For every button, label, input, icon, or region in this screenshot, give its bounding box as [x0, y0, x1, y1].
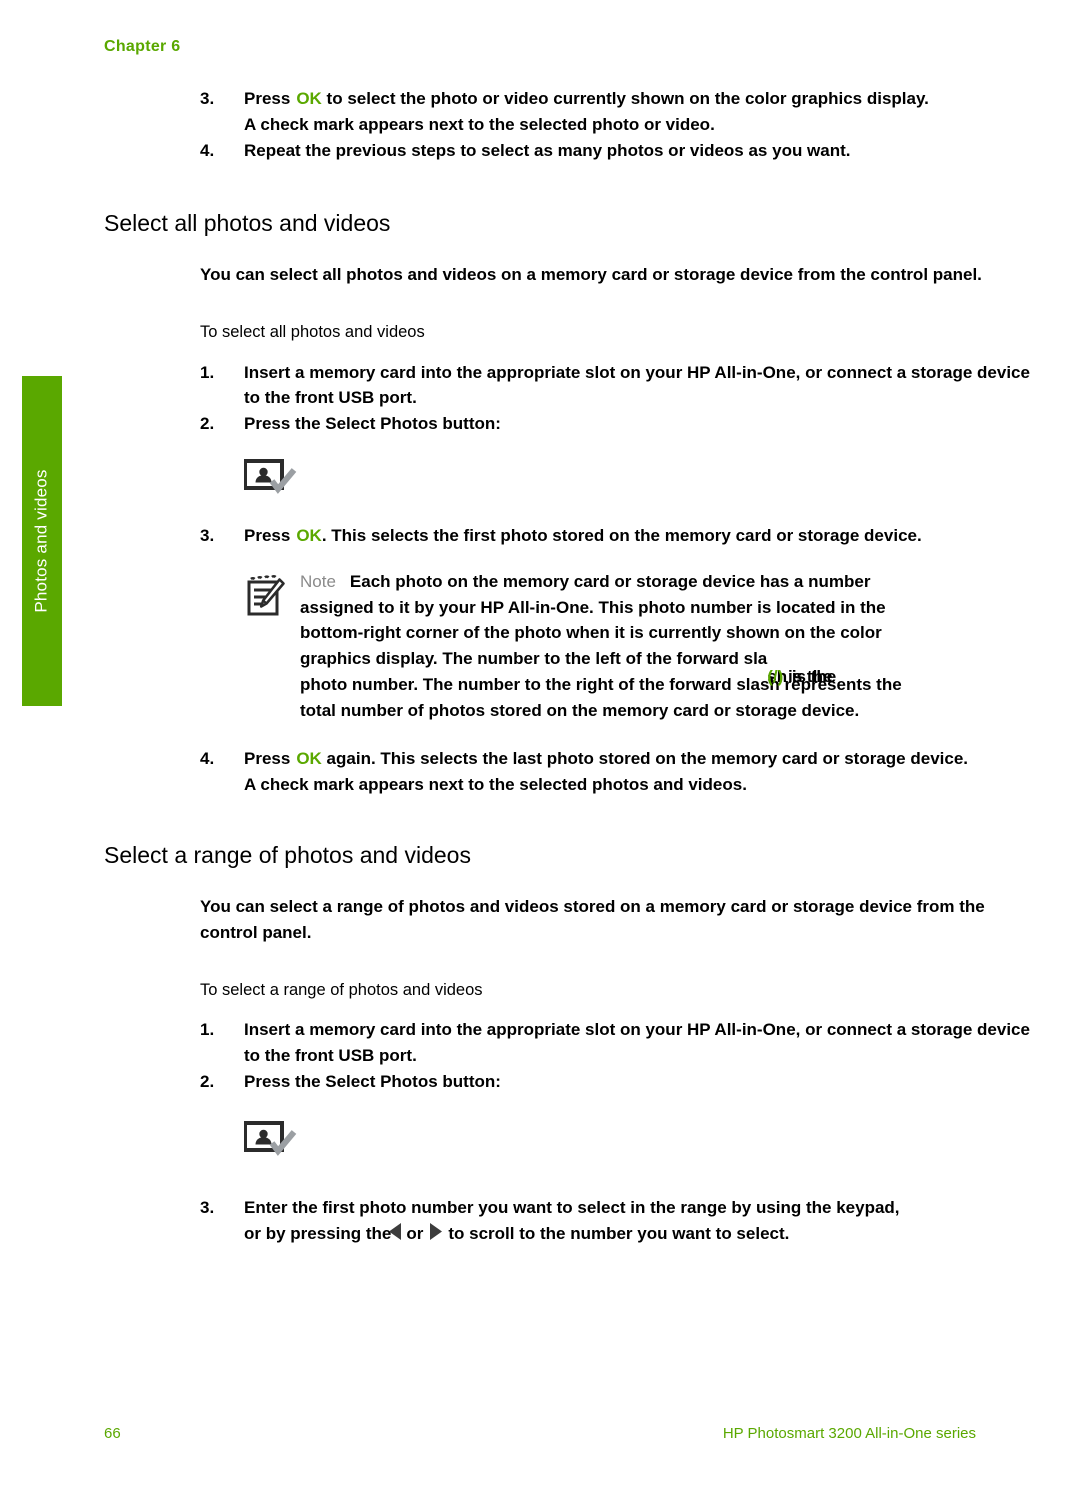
- section-heading-select-all: Select all photos and videos: [104, 210, 391, 237]
- list-item-number: 1.: [200, 1020, 215, 1040]
- list-item: 3. Press OK to select the photo or video …: [200, 86, 1044, 112]
- step3-line-2-head: or by pressing the: [244, 1223, 392, 1243]
- list-item-number: 2.: [200, 414, 215, 434]
- right-arrow-icon: [429, 1222, 443, 1248]
- left-arrow-icon: [389, 1222, 402, 1248]
- list-item-number: 4.: [200, 140, 215, 160]
- list-item: 3. Enter the first photo number you want…: [200, 1195, 1044, 1248]
- procedure-steps-select-all-end: 4. Press OK again. This selects the last …: [200, 746, 1044, 798]
- list-item-number: 4.: [200, 748, 215, 768]
- footer-page-number: 66: [104, 1425, 121, 1442]
- step3-line-2-tail: to scroll to the number you want to sele…: [448, 1223, 790, 1243]
- list-item-text: Insert a memory card into the appropriat…: [244, 362, 1030, 408]
- list-item-text: Press OK again. This selects the last pho…: [244, 746, 1044, 772]
- note-line-3: bottom-right corner of the photo when it…: [300, 623, 882, 643]
- footer-product-name: HP Photosmart 3200 All-in-One series: [722, 1425, 976, 1442]
- note-line-1: Each photo on the memory card or storage…: [349, 571, 871, 591]
- list-item-text: Repeat the previous steps to select as m…: [244, 140, 851, 160]
- forward-slash-reference: (/): [767, 667, 784, 687]
- list-item-text: Press the Select Photos button:: [244, 414, 501, 434]
- note-line-4: graphics display. The number to the left…: [300, 649, 836, 686]
- step-result-text: A check mark appears next to the selecte…: [244, 774, 747, 794]
- procedure-steps-select-all-cont: 3. Press OK. This selects the first photo…: [200, 523, 1044, 549]
- select-photos-icon: [243, 458, 297, 494]
- list-item: 3. Press OK. This selects the first photo…: [200, 523, 1044, 549]
- procedure-title-select-all: To select all photos and videos: [200, 323, 425, 342]
- procedure-steps-select-all: 1. Insert a memory card into the appropr…: [200, 360, 1044, 437]
- section-heading-select-range: Select a range of photos and videos: [104, 842, 471, 869]
- list-item-tail: again. This selects the last photo store…: [321, 748, 969, 768]
- press-word: Press: [244, 748, 291, 768]
- select-photos-button-figure-2: [243, 1120, 1044, 1167]
- list-item-number: 3.: [200, 89, 215, 108]
- list-item: 4. Press OK again. This selects the last …: [200, 746, 1044, 772]
- list-item-text: Insert a memory card into the appropriat…: [244, 1020, 1030, 1066]
- section-intro-select-all: You can select all photos and videos on …: [200, 265, 982, 285]
- ok-button-reference: OK: [296, 748, 322, 768]
- step3-line-1: Enter the first photo number you want to…: [244, 1197, 900, 1217]
- step-result-text: A check mark appears next to the selecte…: [244, 114, 715, 134]
- note-line-2: assigned to it by your HP All-in-One. Th…: [300, 597, 886, 617]
- press-word: Press: [244, 525, 291, 545]
- select-photos-button-figure: [243, 458, 1044, 505]
- step3-or-word: or: [406, 1223, 424, 1243]
- list-item-number: 1.: [200, 362, 215, 382]
- list-item: 1. Insert a memory card into the appropr…: [200, 360, 1044, 412]
- procedure-steps-select-range: 1. Insert a memory card into the appropr…: [200, 1017, 1044, 1094]
- section-thumb-tab: Photos and videos: [22, 376, 62, 706]
- list-item-text: Enter the first photo number you want to…: [244, 1195, 1044, 1248]
- list-item-tail: to select the photo or video currently s…: [321, 89, 929, 108]
- ok-button-reference: OK: [296, 89, 322, 108]
- page-content: 3. Press OK to select the photo or video …: [104, 86, 1044, 1247]
- list-item: 2. Press the Select Photos button:: [200, 1069, 1044, 1095]
- note-block: Note Each photo on the memory card or sto…: [244, 569, 1044, 724]
- note-pad-pencil-icon: [247, 574, 285, 616]
- list-item: 4. Repeat the previous steps to select a…: [200, 138, 1044, 164]
- note-line-6: total number of photos stored on the mem…: [300, 700, 860, 720]
- list-item: 1. Insert a memory card into the appropr…: [200, 1017, 1044, 1069]
- page-footer: 66 HP Photosmart 3200 All-in-One series: [104, 1425, 1044, 1442]
- document-page: Chapter 6 Photos and videos 3. Press OK t…: [0, 0, 1080, 1495]
- note-line-4-head: graphics display. The number to the left…: [300, 649, 768, 669]
- list-item-number: 3.: [200, 1197, 215, 1217]
- note-body: Note Each photo on the memory card or sto…: [300, 569, 1044, 724]
- list-item-number: 2.: [200, 1071, 215, 1091]
- list-item-text: Press OK to select the photo or video cur…: [244, 86, 1044, 112]
- list-item: 2. Press the Select Photos button:: [200, 411, 1044, 437]
- list-item-text: Press OK. This selects the first photo st…: [244, 523, 1044, 549]
- chapter-running-head: Chapter 6: [104, 38, 181, 55]
- note-label: Note: [300, 571, 336, 591]
- press-word: Press: [244, 89, 291, 108]
- section-thumb-tab-label: Photos and videos: [32, 469, 51, 613]
- note-icon-wrap: [244, 569, 300, 624]
- note-overlap-b: (/) is the: [767, 664, 832, 690]
- list-item-number: 3.: [200, 525, 215, 545]
- procedure-steps-select-range-cont: 3. Enter the first photo number you want…: [200, 1195, 1044, 1248]
- list-item-text: Press the Select Photos button:: [244, 1071, 501, 1091]
- ok-button-reference: OK: [296, 525, 322, 545]
- section-intro-select-range: You can select a range of photos and vid…: [200, 897, 985, 943]
- list-item-tail: . This selects the first photo stored on…: [321, 525, 922, 545]
- note-overlap-tail: is the: [783, 667, 833, 687]
- procedure-title-select-range: To select a range of photos and videos: [200, 980, 483, 999]
- select-photos-icon: [243, 1120, 297, 1156]
- continued-steps-list: 3. Press OK to select the photo or video …: [200, 86, 1044, 163]
